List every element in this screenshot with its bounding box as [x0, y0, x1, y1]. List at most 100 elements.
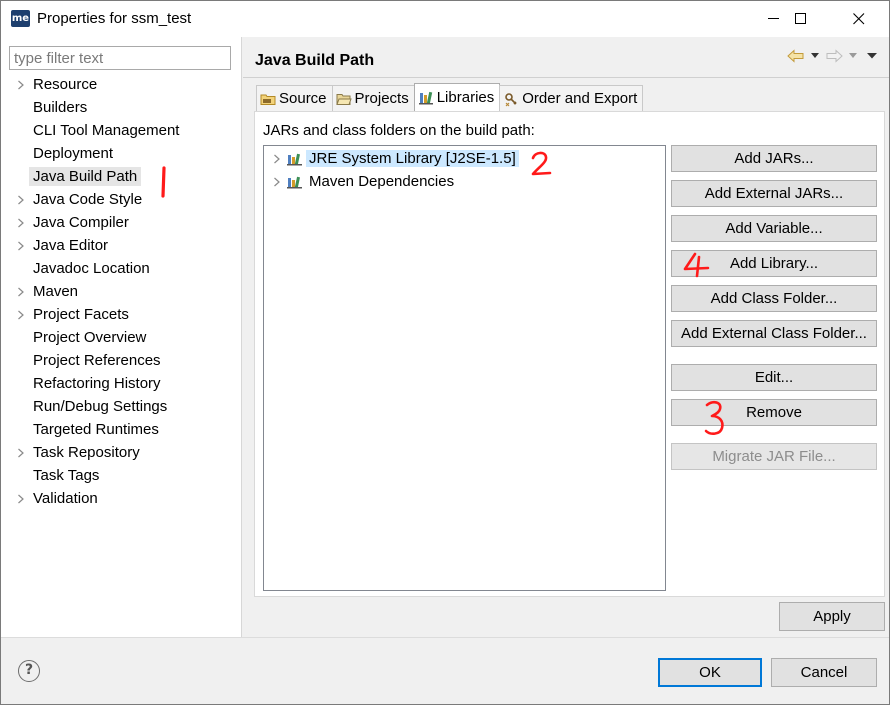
tree-item-refactoring-history[interactable]: Refactoring History: [1, 373, 241, 396]
tab-label: Source: [279, 90, 327, 107]
tree-item-java-editor[interactable]: Java Editor: [1, 235, 241, 258]
add-jars-button[interactable]: Add JARs...: [671, 145, 877, 172]
tree-item-validation[interactable]: Validation: [1, 488, 241, 511]
tree-item-label: Deployment: [33, 145, 114, 162]
tree-item-task-tags[interactable]: Task Tags: [1, 465, 241, 488]
apply-button[interactable]: Apply: [779, 602, 885, 631]
tree-item-targeted-runtimes[interactable]: Targeted Runtimes: [1, 419, 241, 442]
tree-item-java-code-style[interactable]: Java Code Style: [1, 189, 241, 212]
tree-item-label: Project References: [33, 352, 161, 369]
library-label: JRE System Library [J2SE-1.5]: [306, 150, 519, 167]
projects-folder-icon: [335, 93, 352, 105]
dialog-button-bar: ? OK Cancel: [1, 637, 889, 704]
add-variable-button[interactable]: Add Variable...: [671, 215, 877, 242]
view-menu-icon[interactable]: [867, 53, 877, 59]
tree-item-run-debug-settings[interactable]: Run/Debug Settings: [1, 396, 241, 419]
tree-item-label: Java Code Style: [33, 191, 143, 208]
tree-item-label: Java Compiler: [33, 214, 129, 231]
tab-label: Libraries: [436, 89, 495, 106]
tab-libraries[interactable]: Libraries: [413, 83, 501, 111]
forward-arrow-icon[interactable]: [825, 49, 843, 63]
tree-item-label: Run/Debug Settings: [33, 398, 168, 415]
tree-item-cli-tool-management[interactable]: CLI Tool Management: [1, 120, 241, 143]
add-class-folder-button[interactable]: Add Class Folder...: [671, 285, 877, 312]
back-dropdown-icon[interactable]: [811, 53, 819, 59]
tree-item-project-facets[interactable]: Project Facets: [1, 304, 241, 327]
forward-dropdown-icon[interactable]: [849, 53, 857, 59]
tree-item-label: Targeted Runtimes: [33, 421, 159, 438]
tree-item-deployment[interactable]: Deployment: [1, 143, 241, 166]
annotation-mark-2: 2: [529, 150, 552, 176]
tree-item-label: Validation: [33, 490, 98, 507]
libraries-icon: [418, 91, 433, 104]
tab-label: Order and Export: [522, 90, 638, 107]
library-label: Maven Dependencies: [309, 173, 455, 190]
expand-arrow-icon[interactable]: [17, 241, 27, 251]
expand-arrow-icon[interactable]: [17, 287, 27, 297]
title-separator: [243, 77, 889, 78]
tree-item-label: CLI Tool Management: [33, 122, 180, 139]
svg-text:2: 2: [529, 150, 530, 151]
add-external-jars-button[interactable]: Add External JARs...: [671, 180, 877, 207]
tab-order-and-export[interactable]: Order and Export: [499, 85, 644, 111]
add-external-class-folder-button[interactable]: Add External Class Folder...: [671, 320, 877, 347]
library-entry-maven[interactable]: Maven Dependencies: [264, 171, 664, 193]
close-icon: [853, 13, 865, 25]
tree-item-label: Project Facets: [33, 306, 129, 323]
back-arrow-icon[interactable]: [787, 49, 805, 63]
tree-item-project-references[interactable]: Project References: [1, 350, 241, 373]
close-button[interactable]: [836, 1, 882, 37]
expand-arrow-icon[interactable]: [17, 195, 27, 205]
migrate-jar-button[interactable]: Migrate JAR File...: [671, 443, 877, 470]
tab-projects[interactable]: Projects: [331, 85, 415, 111]
tree-item-label: Refactoring History: [33, 375, 161, 392]
edit-button[interactable]: Edit...: [671, 364, 877, 391]
filter-input[interactable]: [9, 46, 231, 70]
ok-button[interactable]: OK: [658, 658, 762, 687]
help-icon[interactable]: ?: [18, 660, 40, 682]
annotation-mark-1: 1: [155, 165, 166, 198]
tree-item-label: Resource: [33, 76, 98, 93]
svg-text:1: 1: [155, 165, 156, 166]
content-pane: Java Build Path Source Projects Librarie…: [243, 37, 889, 637]
tree-item-label: Maven: [33, 283, 79, 300]
tree-item-task-repository[interactable]: Task Repository: [1, 442, 241, 465]
svg-text:3: 3: [703, 399, 704, 400]
remove-button[interactable]: Remove: [671, 399, 877, 426]
source-folder-icon: [260, 94, 276, 105]
library-icon: [287, 153, 302, 166]
tree-item-label: Java Editor: [33, 237, 109, 254]
window-title: Properties for ssm_test: [37, 10, 192, 27]
tab-label: Projects: [354, 90, 409, 107]
tree-item-label: Task Tags: [33, 467, 100, 484]
tab-bar: Source Projects Libraries Order and Expo…: [256, 83, 644, 111]
expand-arrow-icon[interactable]: [17, 80, 27, 90]
svg-text:4: 4: [681, 251, 682, 252]
maximize-button[interactable]: [778, 1, 824, 37]
expand-arrow-icon[interactable]: [17, 494, 27, 504]
build-path-label: JARs and class folders on the build path…: [263, 122, 535, 139]
expand-arrow-icon[interactable]: [273, 177, 281, 187]
library-list[interactable]: JRE System Library [J2SE-1.5] Maven Depe…: [263, 145, 666, 591]
tree-item-java-compiler[interactable]: Java Compiler: [1, 212, 241, 235]
annotation-mark-4: 4: [681, 251, 710, 278]
tree-item-javadoc-location[interactable]: Javadoc Location: [1, 258, 241, 281]
tree-item-java-build-path[interactable]: Java Build Path: [1, 166, 241, 189]
tree-item-label: Task Repository: [33, 444, 140, 461]
expand-arrow-icon[interactable]: [17, 218, 27, 228]
tree-item-label: Project Overview: [33, 329, 147, 346]
title-bar: me Properties for ssm_test: [1, 1, 889, 37]
expand-arrow-icon[interactable]: [273, 154, 281, 164]
tree-item-project-overview[interactable]: Project Overview: [1, 327, 241, 350]
cancel-button[interactable]: Cancel: [771, 658, 877, 687]
app-icon: me: [11, 10, 30, 27]
tree-item-resource[interactable]: Resource: [1, 74, 241, 97]
expand-arrow-icon[interactable]: [17, 310, 27, 320]
tree-item-label: Builders: [33, 99, 88, 116]
library-icon: [287, 176, 302, 189]
library-entry-jre[interactable]: JRE System Library [J2SE-1.5]: [264, 148, 664, 170]
tab-source[interactable]: Source: [256, 85, 333, 111]
tree-item-builders[interactable]: Builders: [1, 97, 241, 120]
tree-item-maven[interactable]: Maven: [1, 281, 241, 304]
expand-arrow-icon[interactable]: [17, 448, 27, 458]
